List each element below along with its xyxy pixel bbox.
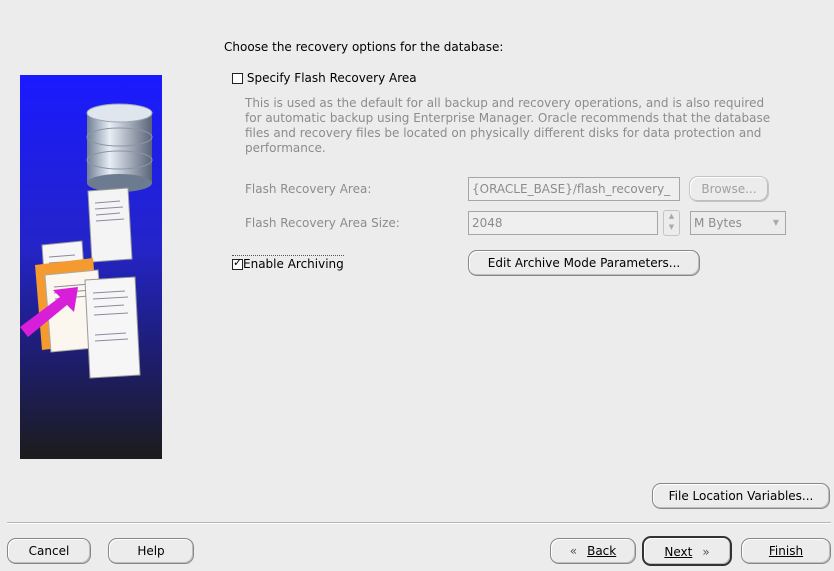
checkbox-box[interactable]: ✓: [232, 256, 243, 270]
spinner-arrows-icon: ▲ ▼: [668, 212, 675, 231]
flash-recovery-checkbox-label: Specify Flash Recovery Area: [246, 71, 417, 85]
document-icon-4: [84, 276, 141, 379]
finish-label: Finish: [768, 544, 804, 558]
back-label: Back: [587, 544, 617, 558]
enable-archiving-checkbox[interactable]: ✓ Enable Archiving: [232, 255, 344, 271]
help-button[interactable]: Help: [108, 538, 194, 564]
description-line: This is used as the default for all back…: [245, 96, 765, 110]
chevron-down-icon: ▼: [772, 218, 779, 227]
page-heading: Choose the recovery options for the data…: [224, 40, 504, 54]
file-location-variables-button[interactable]: File Location Variables...: [652, 483, 830, 509]
enable-archiving-label: Enable Archiving: [243, 257, 344, 271]
flash-size-label: Flash Recovery Area Size:: [245, 216, 400, 230]
description-line: performance.: [245, 141, 326, 155]
flash-area-label: Flash Recovery Area:: [245, 182, 372, 196]
chevron-left-icon: «: [569, 544, 578, 558]
flash-recovery-checkbox[interactable]: Specify Flash Recovery Area: [232, 71, 417, 85]
back-button[interactable]: « Back: [550, 538, 636, 564]
chevron-right-icon: »: [702, 545, 710, 559]
flash-size-input[interactable]: 2048: [468, 211, 658, 235]
next-label: Next: [664, 545, 693, 559]
dbca-recovery-window: { "main": { "heading": "Choose the recov…: [0, 0, 834, 571]
database-icon: [86, 103, 153, 192]
next-button[interactable]: Next »: [642, 536, 732, 566]
description-line: for automatic backup using Enterprise Ma…: [245, 111, 771, 125]
finish-button[interactable]: Finish: [741, 538, 831, 564]
edit-archive-mode-button[interactable]: Edit Archive Mode Parameters...: [468, 250, 700, 276]
browse-button[interactable]: Browse...: [689, 176, 769, 202]
description-line: files and recovery files be located on p…: [245, 126, 762, 140]
cancel-button[interactable]: Cancel: [7, 538, 91, 564]
flash-size-spinner[interactable]: ▲ ▼: [663, 210, 680, 236]
footer-separator: [7, 522, 831, 524]
flash-area-input[interactable]: {ORACLE_BASE}/flash_recovery_: [468, 177, 680, 201]
wizard-illustration: [20, 75, 162, 459]
size-unit-value: M Bytes: [694, 216, 742, 230]
database-documents-illustration: [20, 75, 162, 459]
checkmark-icon: ✓: [233, 256, 243, 269]
checkbox-box[interactable]: [232, 73, 243, 84]
document-icon-1: [87, 187, 133, 263]
size-unit-select[interactable]: M Bytes ▼: [690, 211, 786, 235]
flash-recovery-description: This is used as the default for all back…: [245, 96, 770, 156]
